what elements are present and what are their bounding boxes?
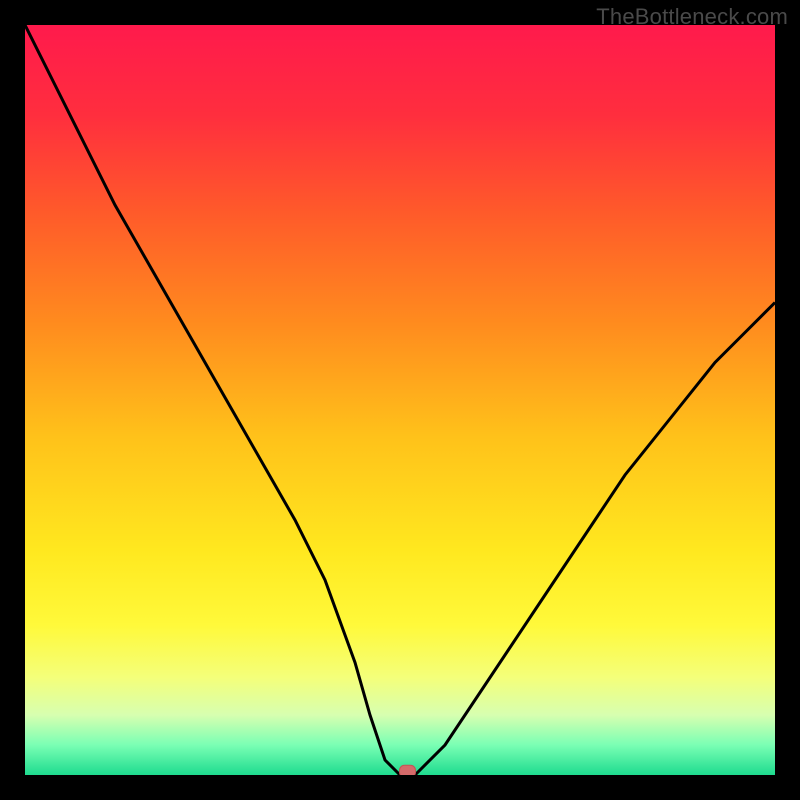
chart-frame: TheBottleneck.com <box>0 0 800 800</box>
gradient-background <box>25 25 775 775</box>
optimal-marker <box>400 765 416 775</box>
bottleneck-plot <box>25 25 775 775</box>
watermark-label: TheBottleneck.com <box>596 4 788 30</box>
plot-svg <box>25 25 775 775</box>
